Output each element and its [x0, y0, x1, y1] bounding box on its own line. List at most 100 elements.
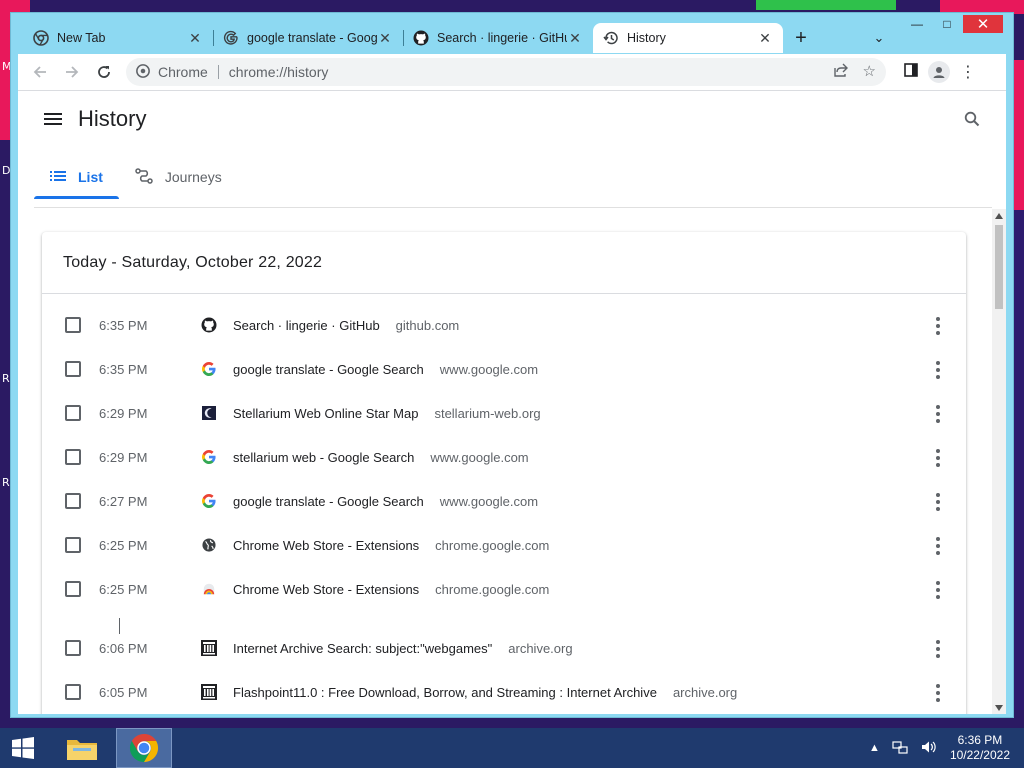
- scroll-down-arrow-icon[interactable]: [995, 705, 1003, 711]
- entry-title-link[interactable]: google translate - Google Search: [233, 494, 424, 509]
- history-entry[interactable]: 6:27 PM google translate - Google Search…: [42, 479, 966, 523]
- arrow-left-icon: [33, 66, 46, 78]
- search-history-button[interactable]: [964, 111, 980, 132]
- history-entry[interactable]: 6:29 PM Stellarium Web Online Star Map s…: [42, 391, 966, 435]
- entry-domain: archive.org: [672, 684, 738, 700]
- new-tab-button[interactable]: +: [783, 23, 819, 53]
- taskbar-chrome[interactable]: [116, 728, 172, 768]
- entry-time: 6:27 PM: [99, 493, 148, 509]
- history-entry[interactable]: 6:35 PM google translate - Google Search…: [42, 347, 966, 391]
- wallpaper-shape: [756, 0, 896, 10]
- taskbar-file-explorer[interactable]: [54, 728, 110, 768]
- page-scrollbar[interactable]: [992, 209, 1006, 714]
- entry-checkbox[interactable]: [65, 317, 81, 333]
- entry-title-link[interactable]: Search · lingerie · GitHub: [233, 318, 380, 333]
- volume-icon[interactable]: [920, 739, 936, 758]
- page-title: History: [78, 106, 147, 131]
- toolbar-right: ⋮: [904, 61, 976, 83]
- address-bar[interactable]: Chrome chrome://history ☆: [126, 58, 886, 86]
- omnibox-actions: ☆: [833, 62, 876, 82]
- profile-avatar-icon[interactable]: [928, 61, 950, 83]
- close-tab-icon[interactable]: ✕: [187, 30, 203, 47]
- tab-journeys[interactable]: Journeys: [119, 157, 238, 197]
- entry-title-link[interactable]: Internet Archive Search: subject:"webgam…: [233, 641, 492, 656]
- taskbar-clock[interactable]: 6:36 PM 10/22/2022: [950, 733, 1010, 763]
- scrollbar-thumb[interactable]: [995, 225, 1003, 309]
- entry-checkbox[interactable]: [65, 684, 81, 700]
- google-icon: [201, 361, 217, 377]
- entry-time: 6:35 PM: [99, 317, 148, 333]
- more-actions-icon[interactable]: [936, 537, 940, 555]
- tab-list[interactable]: List: [34, 157, 119, 199]
- history-entry[interactable]: 6:05 PM Flashpoint11.0 : Free Download, …: [42, 670, 966, 714]
- entry-title-link[interactable]: Chrome Web Store - Extensions: [233, 538, 419, 553]
- browser-tab-new-tab[interactable]: New Tab ✕: [23, 23, 213, 53]
- history-entry[interactable]: 6:25 PM Chrome Web Store - Extensions ch…: [42, 567, 966, 634]
- close-tab-icon[interactable]: ✕: [377, 30, 393, 47]
- google-icon: [201, 449, 217, 465]
- history-entry[interactable]: 6:29 PM stellarium web - Google Search w…: [42, 435, 966, 479]
- scroll-up-arrow-icon[interactable]: [995, 213, 1003, 219]
- more-actions-icon[interactable]: [936, 640, 940, 658]
- more-actions-icon[interactable]: [936, 684, 940, 702]
- bookmark-star-icon[interactable]: ☆: [863, 62, 876, 82]
- history-tabs: List Journeys: [34, 157, 238, 199]
- close-tab-icon[interactable]: ✕: [757, 30, 773, 47]
- hamburger-menu-icon[interactable]: [44, 113, 62, 125]
- stellarium-icon: [201, 405, 217, 421]
- entry-checkbox[interactable]: [65, 449, 81, 465]
- entry-title-link[interactable]: Stellarium Web Online Star Map: [233, 406, 418, 421]
- clock-time: 6:36 PM: [957, 733, 1003, 747]
- network-icon[interactable]: [892, 739, 908, 758]
- entry-domain: chrome.google.com: [435, 537, 550, 553]
- history-entry[interactable]: 6:25 PM Chrome Web Store - Extensions ch…: [42, 523, 966, 567]
- more-actions-icon[interactable]: [936, 493, 940, 511]
- desktop-icon-label[interactable]: R: [2, 372, 10, 385]
- entry-checkbox[interactable]: [65, 493, 81, 509]
- history-entry[interactable]: 6:35 PM Search · lingerie · GitHub githu…: [42, 303, 966, 347]
- browser-tab-google-translate[interactable]: google translate - Goog ✕: [213, 23, 403, 53]
- back-button[interactable]: [24, 58, 56, 86]
- browser-tab-history[interactable]: History ✕: [593, 23, 783, 53]
- entry-checkbox[interactable]: [65, 361, 81, 377]
- more-actions-icon[interactable]: [936, 405, 940, 423]
- windows-taskbar: ▲ 6:36 PM 10/22/2022: [0, 728, 1024, 768]
- reload-button[interactable]: [88, 58, 120, 86]
- entry-title-link[interactable]: Flashpoint11.0 : Free Download, Borrow, …: [233, 685, 657, 700]
- entry-title-link[interactable]: Chrome Web Store - Extensions: [233, 582, 419, 597]
- more-actions-icon[interactable]: [936, 361, 940, 379]
- entry-checkbox[interactable]: [65, 537, 81, 553]
- omnibox-url[interactable]: chrome://history: [229, 64, 329, 80]
- kebab-menu-icon[interactable]: ⋮: [960, 62, 976, 82]
- archive-icon: [201, 640, 217, 656]
- tab-search-button[interactable]: ⌄: [861, 23, 897, 53]
- browser-tab-github[interactable]: Search · lingerie · GitHu ✕: [403, 23, 593, 53]
- tab-title: Search · lingerie · GitHu: [437, 31, 567, 45]
- reload-icon: [98, 66, 110, 78]
- tab-title: History: [627, 31, 666, 45]
- windows-logo-icon: [12, 737, 34, 759]
- entry-checkbox[interactable]: [65, 581, 81, 597]
- tab-strip: New Tab ✕ google translate - Goog ✕ Sear…: [23, 23, 1013, 53]
- more-actions-icon[interactable]: [936, 317, 940, 335]
- google-icon: [223, 30, 239, 46]
- entry-domain: chrome.google.com: [435, 581, 550, 597]
- history-entries: 6:35 PM Search · lingerie · GitHub githu…: [42, 294, 966, 714]
- arrow-right-icon: [66, 66, 79, 78]
- forward-button[interactable]: [56, 58, 88, 86]
- entry-checkbox[interactable]: [65, 405, 81, 421]
- entry-checkbox[interactable]: [65, 640, 81, 656]
- entry-title-link[interactable]: google translate - Google Search: [233, 362, 424, 377]
- more-actions-icon[interactable]: [936, 581, 940, 599]
- entry-domain: github.com: [395, 317, 460, 333]
- tray-overflow-chevron-icon[interactable]: ▲: [869, 742, 880, 754]
- desktop-icon-label[interactable]: R: [2, 476, 10, 489]
- entry-title-link[interactable]: stellarium web - Google Search: [233, 450, 414, 465]
- share-icon[interactable]: [833, 62, 849, 82]
- more-actions-icon[interactable]: [936, 449, 940, 467]
- close-tab-icon[interactable]: ✕: [567, 30, 583, 47]
- entry-time: 6:35 PM: [99, 361, 148, 377]
- side-panel-icon[interactable]: [904, 62, 918, 82]
- history-entry[interactable]: 6:06 PM Internet Archive Search: subject…: [42, 626, 966, 670]
- start-button[interactable]: [0, 728, 46, 768]
